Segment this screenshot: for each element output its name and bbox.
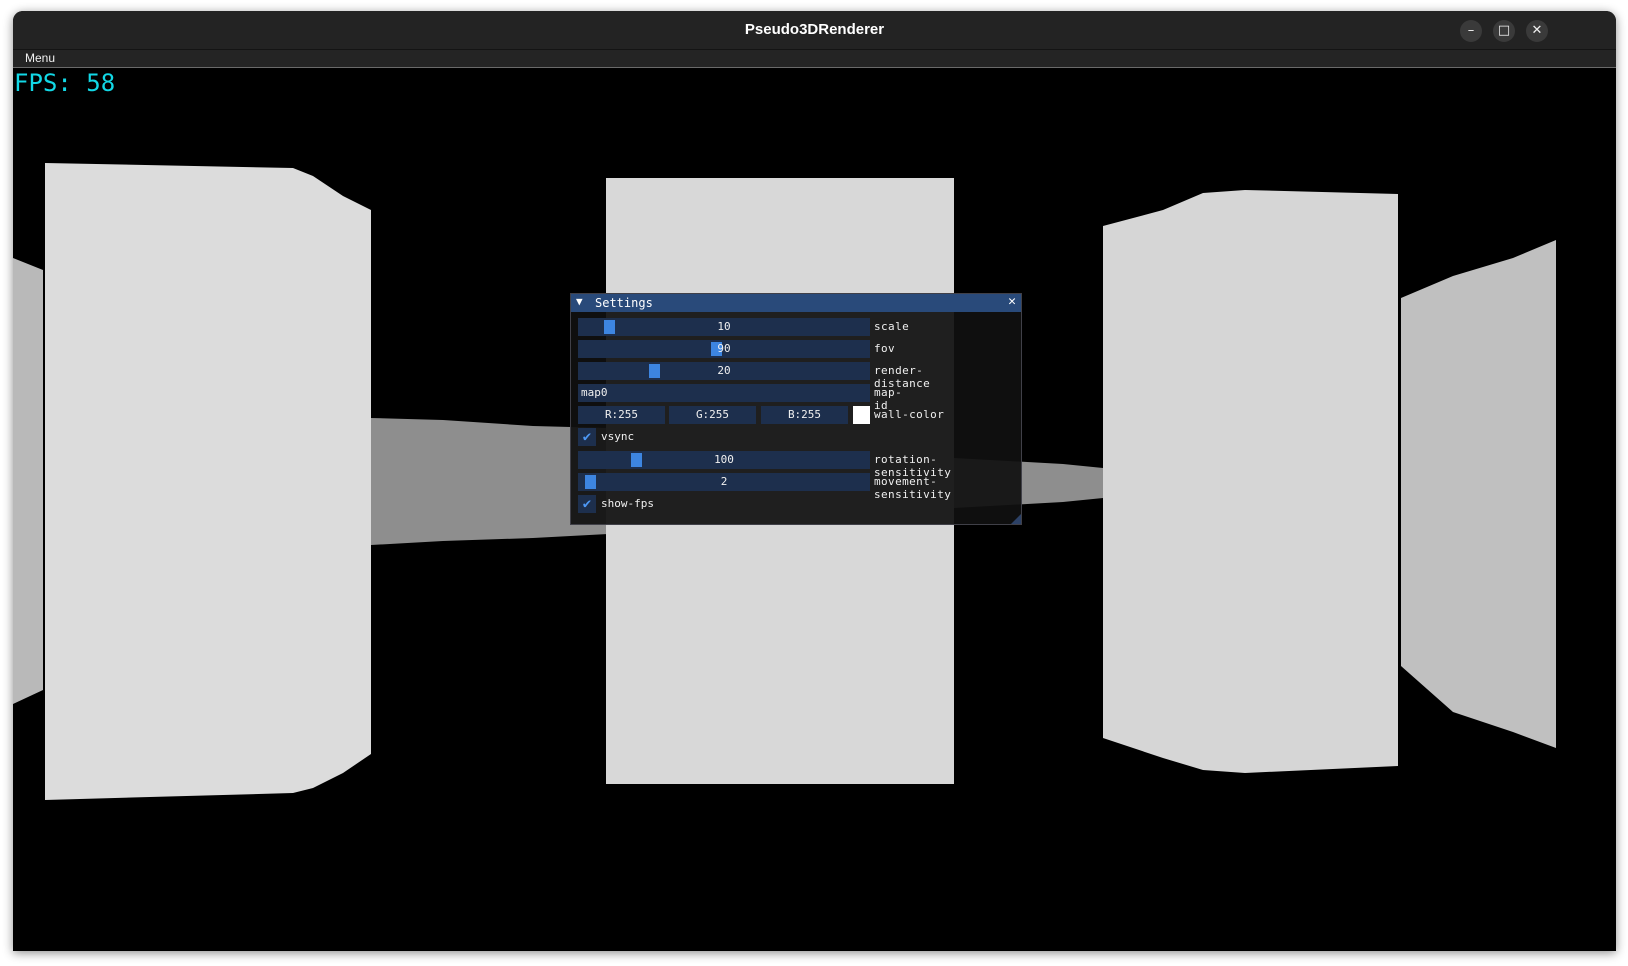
- wall-left: [45, 163, 371, 800]
- wall-color-b-input[interactable]: B:255: [761, 406, 848, 424]
- menu-bar: Menu: [13, 50, 1616, 68]
- movement-sensitivity-label: movement-sensitivity: [874, 475, 952, 501]
- fps-counter: FPS: 58: [14, 69, 116, 97]
- settings-window[interactable]: ▼ Settings ✕ 10 scale 90 fov 20 render-d…: [570, 293, 1022, 525]
- checkmark-icon: ✔: [582, 496, 592, 512]
- wall-color-label: wall-color: [874, 408, 945, 421]
- wall-far-right: [1401, 240, 1556, 748]
- map-id-input[interactable]: map0: [578, 384, 870, 402]
- fov-slider[interactable]: 90: [578, 340, 870, 358]
- scale-slider[interactable]: 10: [578, 318, 870, 336]
- settings-close-icon[interactable]: ✕: [1008, 294, 1016, 309]
- resize-grip-icon[interactable]: [1011, 514, 1021, 524]
- render-distance-value: 20: [717, 364, 731, 377]
- show-fps-row: ✔ show-fps: [578, 495, 778, 513]
- show-fps-checkbox[interactable]: ✔: [578, 495, 596, 513]
- show-fps-label: show-fps: [601, 497, 654, 510]
- vsync-checkbox[interactable]: ✔: [578, 428, 596, 446]
- wall-right: [1103, 190, 1398, 773]
- movement-sensitivity-value: 2: [720, 475, 728, 488]
- window-title: Pseudo3DRenderer: [744, 21, 885, 38]
- checkmark-icon: ✔: [582, 429, 592, 445]
- render-viewport[interactable]: FPS: 58 ▼ Settings ✕ 10 scale 90 fov 20 …: [13, 68, 1616, 951]
- scale-value: 10: [717, 320, 731, 333]
- fov-label: fov: [874, 342, 896, 355]
- settings-title: Settings: [595, 296, 653, 310]
- title-bar[interactable]: Pseudo3DRenderer – □ ✕: [13, 11, 1616, 50]
- vsync-row: ✔ vsync: [578, 428, 778, 446]
- vsync-label: vsync: [601, 430, 635, 443]
- fov-value: 90: [717, 342, 731, 355]
- scale-label: scale: [874, 320, 910, 333]
- wall-color-swatch[interactable]: [853, 406, 870, 424]
- wall-color-g-input[interactable]: G:255: [669, 406, 756, 424]
- render-distance-slider[interactable]: 20: [578, 362, 870, 380]
- close-icon[interactable]: ✕: [1526, 20, 1548, 42]
- wall-far-left: [13, 258, 43, 704]
- menu-item-menu[interactable]: Menu: [25, 51, 55, 65]
- maximize-icon[interactable]: □: [1493, 20, 1515, 42]
- map-id-value: map0: [581, 386, 608, 399]
- rotation-sensitivity-slider[interactable]: 100: [578, 451, 870, 469]
- wall-color-row: R:255 G:255 B:255 wall-color: [578, 406, 978, 424]
- minimize-icon[interactable]: –: [1460, 20, 1482, 42]
- collapse-arrow-icon[interactable]: ▼: [576, 295, 583, 308]
- app-window: Pseudo3DRenderer – □ ✕ Menu FPS: 58 ▼ Se…: [13, 11, 1616, 951]
- rotation-sensitivity-value: 100: [714, 453, 734, 466]
- wall-color-r-input[interactable]: R:255: [578, 406, 665, 424]
- settings-header[interactable]: ▼ Settings ✕: [571, 294, 1021, 312]
- movement-sensitivity-slider[interactable]: 2: [578, 473, 870, 491]
